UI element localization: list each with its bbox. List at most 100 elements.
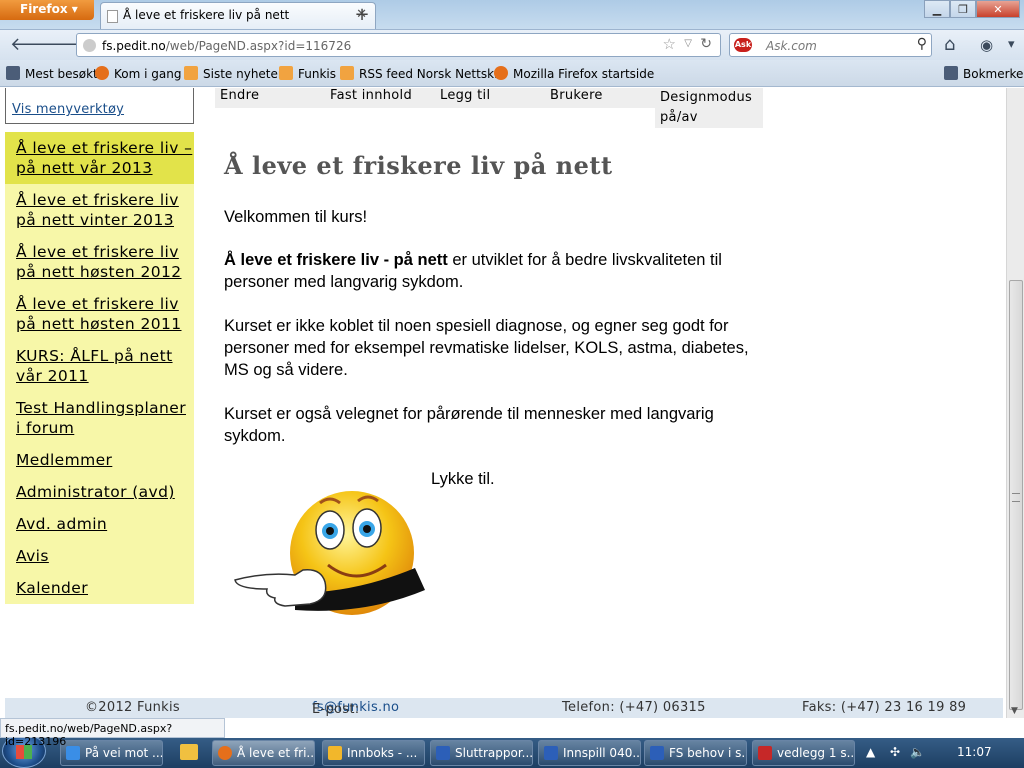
footer: ©2012 Funkis E-post: fs@funkis.no Telefo… <box>5 698 1003 718</box>
bookmark-item[interactable]: Kom i gang <box>95 66 181 81</box>
status-bar: fs.pedit.no/web/PageND.aspx?id=213196 <box>0 718 225 748</box>
show-hidden-icons-icon[interactable]: ▲ <box>866 745 875 759</box>
design-mode-toggle[interactable]: Designmodus på/av <box>655 88 763 128</box>
add-button[interactable]: Legg til <box>435 88 545 108</box>
sidebar-item[interactable]: Å leve et friskere liv på nett høsten 20… <box>5 288 194 340</box>
sidebar-item[interactable]: Medlemmer <box>5 444 194 476</box>
url-bar[interactable]: fs.pedit.no/web/PageND.aspx?id=116726 ☆ … <box>76 33 721 57</box>
bookmark-item[interactable]: RSS feed Norsk Nettsk... <box>340 66 506 81</box>
taskbar-label: Innspill 040... <box>563 746 641 760</box>
bookmarks-menu-icon <box>944 66 958 80</box>
tab-title: Å leve et friskere liv på nett <box>123 8 290 22</box>
page-icon <box>107 10 118 23</box>
minimize-button[interactable]: ▁ <box>924 0 950 18</box>
addon-icon[interactable]: ◉ <box>980 36 993 54</box>
url-dropdown-icon[interactable]: ▽ <box>684 38 692 49</box>
edit-button[interactable]: Endre <box>215 88 325 108</box>
taskbar-label: På vei mot ... <box>85 746 163 760</box>
sidebar-item[interactable]: Å leve et friskere liv på nett høsten 20… <box>5 236 194 288</box>
intro-paragraph: Å leve et friskere liv - på nett er utvi… <box>224 249 764 293</box>
ie-icon <box>66 746 80 760</box>
title-bar: Firefox ▾ Å leve et friskere liv på nett… <box>0 0 1024 29</box>
sidebar-item[interactable]: Kalender <box>5 572 194 604</box>
footer-fax: Faks: (+47) 23 16 19 89 <box>802 700 967 715</box>
bookmark-item[interactable]: Siste nyheter <box>184 66 283 81</box>
scrollbar-grip-icon <box>1012 493 1020 502</box>
bookmark-label: Mest besøkt <box>25 67 98 81</box>
users-button[interactable]: Brukere <box>545 88 655 108</box>
bookmark-item[interactable]: Mozilla Firefox startside <box>494 66 654 81</box>
taskbar-item[interactable]: Innspill 040... <box>538 740 641 766</box>
overflow-icon[interactable]: ▾ <box>1008 37 1015 52</box>
taskbar-item[interactable]: vedlegg 1 s... <box>752 740 855 766</box>
footer-copyright: ©2012 Funkis <box>85 700 180 715</box>
clock[interactable]: 11:07 <box>957 745 992 759</box>
taskbar-item[interactable]: Innboks - ... <box>322 740 425 766</box>
taskbar-label: vedlegg 1 s... <box>777 746 855 760</box>
word-icon <box>544 746 558 760</box>
course-name: Å leve et friskere liv - på nett <box>224 251 448 269</box>
navigation-bar: 🡐 🡒 fs.pedit.no/web/PageND.aspx?id=11672… <box>0 29 1024 60</box>
footer-email: E-post: fs@funkis.no <box>312 700 399 717</box>
bookmark-item[interactable]: Mest besøkt <box>6 66 98 81</box>
sidebar-item[interactable]: Å leve et friskere liv på nett vinter 20… <box>5 184 194 236</box>
ask-logo-icon[interactable]: Ask <box>734 38 752 52</box>
bookmarks-toolbar: Mest besøkt Kom i gang Siste nyheter Fun… <box>0 60 1024 87</box>
diagnosis-paragraph: Kurset er ikke koblet til noen spesiell … <box>224 317 749 379</box>
taskbar-item[interactable]: Sluttrappor... <box>430 740 533 766</box>
word-icon <box>436 746 450 760</box>
tab-active[interactable]: Å leve et friskere liv på nett ✕ <box>100 2 376 29</box>
close-window-button[interactable]: ✕ <box>976 0 1020 18</box>
bookmark-star-icon[interactable]: ☆ <box>663 35 676 53</box>
volume-icon[interactable]: 🔈 <box>910 745 925 759</box>
vertical-scrollbar[interactable]: ▼ <box>1006 88 1024 718</box>
new-tab-button[interactable]: + <box>348 4 376 26</box>
page-content: Vis menyverktøy Å leve et friskere liv –… <box>0 88 1006 718</box>
bookmark-item[interactable]: Funkis <box>279 66 336 81</box>
email-label: E-post: <box>312 702 360 717</box>
scroll-down-icon[interactable]: ▼ <box>1011 706 1018 716</box>
bookmarks-menu-label: Bokmerker <box>963 67 1024 81</box>
footer-phone: Telefon: (+47) 06315 <box>562 700 706 715</box>
search-placeholder: Ask.com <box>766 39 817 53</box>
menu-tool-box: Vis menyverktøy <box>5 88 194 124</box>
outlook-icon <box>328 746 342 760</box>
bookmark-icon <box>6 66 20 80</box>
firefox-menu-label: Firefox <box>20 2 68 16</box>
sidebar-item[interactable]: Avd. admin <box>5 508 194 540</box>
search-icon[interactable]: ⚲ <box>917 36 927 52</box>
sidebar-item[interactable]: Avis <box>5 540 194 572</box>
page-title: Å leve et friskere liv på nett <box>224 151 613 180</box>
bookmark-label: Kom i gang <box>114 67 182 81</box>
bookmark-label: RSS feed Norsk Nettsk... <box>359 67 506 81</box>
network-icon[interactable]: ✣ <box>890 745 900 759</box>
url-domain: fs.pedit.no <box>102 39 166 53</box>
taskbar-item[interactable]: På vei mot ... <box>60 740 163 766</box>
search-input[interactable]: Ask Ask.com ⚲ <box>729 33 932 57</box>
sidebar-item[interactable]: Å leve et friskere liv – på nett vår 201… <box>5 132 194 184</box>
bookmark-label: Siste nyheter <box>203 67 283 81</box>
good-luck-text: Lykke til. <box>431 470 495 488</box>
home-icon[interactable]: ⌂ <box>944 34 955 55</box>
firefox-icon <box>95 66 109 80</box>
bookmark-label: Mozilla Firefox startside <box>513 67 655 81</box>
firefox-icon <box>218 746 232 760</box>
fixed-content-button[interactable]: Fast innhold <box>325 88 435 108</box>
taskbar-item[interactable]: Å leve et fri... <box>212 740 315 766</box>
taskbar-item[interactable]: FS behov i s... <box>644 740 747 766</box>
welcome-text: Velkommen til kurs! <box>224 208 368 226</box>
bookmarks-menu[interactable]: Bokmerker <box>944 66 1024 81</box>
relatives-paragraph: Kurset er også velegnet for pårørende ti… <box>224 405 714 445</box>
firefox-menu-button[interactable]: Firefox ▾ <box>0 0 94 20</box>
sidebar-item[interactable]: Test Handlingsplaner i forum <box>5 392 194 444</box>
rss-icon <box>340 66 354 80</box>
show-menu-tools-link[interactable]: Vis menyverktøy <box>12 102 124 117</box>
explorer-icon[interactable] <box>180 744 198 760</box>
sidebar: Å leve et friskere liv – på nett vår 201… <box>5 132 194 604</box>
taskbar-label: Innboks - ... <box>347 746 418 760</box>
site-identity-icon[interactable] <box>83 39 96 52</box>
reload-icon[interactable]: ↻ <box>700 36 712 52</box>
sidebar-item[interactable]: KURS: ÅLFL på nett vår 2011 <box>5 340 194 392</box>
maximize-button[interactable]: ❐ <box>950 0 976 18</box>
sidebar-item[interactable]: Administrator (avd) <box>5 476 194 508</box>
